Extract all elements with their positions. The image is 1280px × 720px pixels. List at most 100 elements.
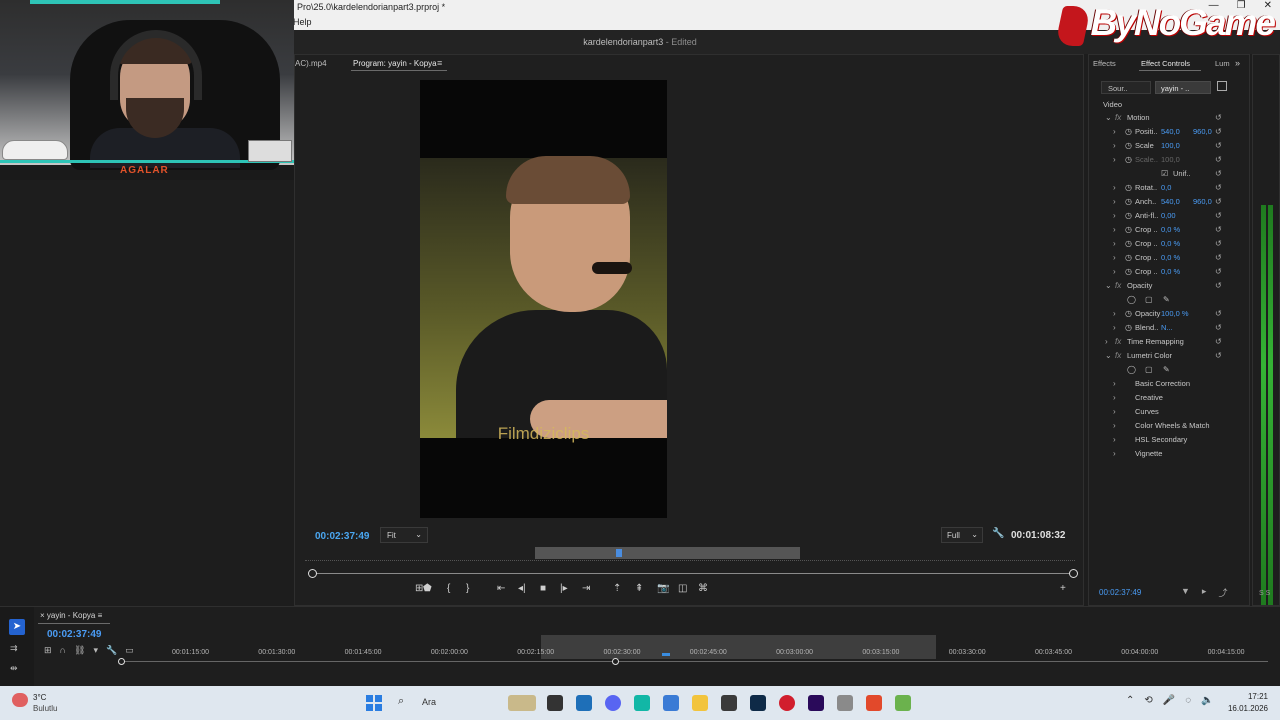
param-value[interactable]: 100,0 [1161, 141, 1180, 150]
param-value-2[interactable]: 960,0 [1193, 197, 1212, 206]
stopwatch-icon[interactable]: ◷ [1125, 323, 1132, 332]
copilot-icon[interactable] [663, 695, 679, 711]
tab-lumetri[interactable]: Lum [1215, 59, 1230, 68]
reset-icon[interactable]: ↺ [1215, 337, 1222, 346]
effect-row[interactable]: › Curves [1089, 406, 1251, 420]
tab-effect-controls[interactable]: Effect Controls [1141, 59, 1190, 68]
task-view-icon[interactable] [547, 695, 563, 711]
filter-icon[interactable]: ▼ [1181, 586, 1190, 599]
effect-row[interactable]: ⌄ fx Lumetri Color ↺ [1089, 350, 1251, 364]
network-icon[interactable]: ⟲ [1144, 695, 1152, 706]
video-frame[interactable]: Filmdiziclips [420, 80, 667, 518]
vr-view-icon[interactable]: ⌘ [698, 583, 708, 594]
captions-icon[interactable]: ▭ [125, 645, 134, 656]
timeline-zoom-handle-left[interactable] [118, 658, 125, 665]
chevron-right-icon[interactable]: › [1113, 267, 1116, 276]
stopwatch-icon[interactable]: ◷ [1125, 141, 1132, 150]
timeline-scrollbar[interactable] [118, 661, 1268, 662]
camera-app-icon[interactable] [634, 695, 650, 711]
pen-mask-icon[interactable]: ✎ [1163, 295, 1170, 304]
discord-icon[interactable] [605, 695, 621, 711]
time-ruler[interactable]: 00:01:15:00 00:01:30:00 00:01:45:00 00:02:0… [160, 643, 1270, 661]
chevron-right-icon[interactable]: › [1113, 393, 1116, 402]
reset-icon[interactable]: ↺ [1215, 225, 1222, 234]
effect-row[interactable]: ⌄ fx Motion ↺ [1089, 112, 1251, 126]
reset-icon[interactable]: ↺ [1215, 323, 1222, 332]
stopwatch-icon[interactable]: ◷ [1125, 309, 1132, 318]
stopwatch-icon[interactable]: ◷ [1125, 225, 1132, 234]
extract-icon[interactable]: ⇞ [635, 583, 643, 594]
effect-row[interactable]: ☑ Unif.. ↺ [1089, 168, 1251, 182]
brave-icon[interactable] [866, 695, 882, 711]
effect-row[interactable]: › ◷ Blend.. N... ↺ [1089, 322, 1251, 336]
chevron-right-icon[interactable]: › [1113, 183, 1116, 192]
tab-source[interactable]: AC).mp4 [295, 59, 327, 68]
widget-icon[interactable] [508, 695, 536, 711]
zoom-select[interactable]: Fit ⌄ [380, 527, 428, 543]
linked-selection-icon[interactable]: ⛓ [74, 645, 85, 656]
reset-icon[interactable]: ↺ [1215, 169, 1222, 178]
timeline-zoom-handle-right[interactable] [612, 658, 619, 665]
reset-icon[interactable]: ↺ [1215, 141, 1222, 150]
effect-row[interactable]: ◯ ▢ ✎ [1089, 364, 1251, 378]
chevron-right-icon[interactable]: › [1113, 323, 1116, 332]
param-value[interactable]: 0,0 % [1161, 225, 1180, 234]
play-only-audio-icon[interactable]: ▸ [1202, 586, 1207, 599]
reset-icon[interactable]: ↺ [1215, 253, 1222, 262]
chevron-right-icon[interactable]: › [1113, 127, 1116, 136]
more-tabs-icon[interactable]: » [1235, 58, 1240, 68]
chevron-right-icon[interactable]: › [1113, 379, 1116, 388]
go-to-in-icon[interactable]: ⇤ [497, 583, 505, 594]
zoom-handle-right[interactable] [1069, 569, 1078, 578]
chevron-up-icon[interactable]: ⌃ [1126, 695, 1134, 706]
param-value[interactable]: 0,00 [1161, 211, 1176, 220]
zoom-scrollbar[interactable] [313, 573, 1073, 574]
stopwatch-icon[interactable]: ◷ [1125, 239, 1132, 248]
effect-row[interactable]: › Creative [1089, 392, 1251, 406]
playhead-timecode[interactable]: 00:02:37:49 [315, 531, 369, 542]
effect-row[interactable]: ◯ ▢ ✎ [1089, 294, 1251, 308]
effect-row[interactable]: › ◷ Anch.. 540,0 960,0 ↺ [1089, 196, 1251, 210]
photoshop-icon[interactable] [750, 695, 766, 711]
zoom-handle-left[interactable] [308, 569, 317, 578]
chevron-right-icon[interactable]: › [1113, 449, 1116, 458]
stopwatch-icon[interactable]: ◷ [1125, 155, 1132, 164]
chevron-right-icon[interactable]: › [1113, 197, 1116, 206]
effect-row[interactable]: › Color Wheels & Match [1089, 420, 1251, 434]
rect-mask-icon[interactable]: ▢ [1145, 295, 1153, 304]
effect-row[interactable]: › ◷ Crop .. 0,0 % ↺ [1089, 238, 1251, 252]
checkbox-checked-icon[interactable]: ☑ [1161, 169, 1168, 178]
selection-tool-icon[interactable]: ➤ [9, 619, 25, 635]
effect-row[interactable]: › ◷ Crop .. 0,0 % ↺ [1089, 252, 1251, 266]
effect-row[interactable]: ⌄ fx Opacity ↺ [1089, 280, 1251, 294]
param-value[interactable]: N... [1161, 323, 1173, 332]
chevron-right-icon[interactable]: › [1113, 253, 1116, 262]
param-value[interactable]: 0,0 % [1161, 239, 1180, 248]
step-forward-icon[interactable]: |▸ [560, 583, 568, 594]
reset-icon[interactable]: ↺ [1215, 211, 1222, 220]
weather-icon[interactable] [12, 693, 28, 707]
ellipse-mask-icon[interactable]: ◯ [1127, 365, 1136, 374]
source-clip-button[interactable]: Sour.. [1101, 81, 1151, 94]
export-frame-camera-icon[interactable]: 📷 [657, 583, 669, 594]
param-value[interactable]: 0,0 % [1161, 253, 1180, 262]
param-value[interactable]: 540,0 [1161, 197, 1180, 206]
mark-out-icon[interactable]: } [466, 583, 469, 594]
settings-wrench-icon[interactable]: 🔧 [992, 528, 1004, 539]
chevron-right-icon[interactable]: › [1113, 407, 1116, 416]
panel-menu-icon[interactable]: ≡ [437, 58, 442, 68]
stopwatch-icon[interactable]: ◷ [1125, 197, 1132, 206]
rect-mask-icon[interactable]: ▢ [1145, 365, 1153, 374]
sequence-clip-button[interactable]: yayin - .. [1155, 81, 1211, 94]
param-value[interactable]: 100,0 [1161, 155, 1180, 164]
reset-icon[interactable]: ↺ [1215, 351, 1222, 360]
snap-magnet-icon[interactable]: ∩ [60, 645, 66, 656]
reset-icon[interactable]: ↺ [1215, 239, 1222, 248]
add-marker-icon[interactable]: ▾ [93, 645, 98, 656]
timeline-settings-wrench-icon[interactable]: 🔧 [106, 645, 117, 656]
go-to-out-icon[interactable]: ⇥ [582, 583, 590, 594]
solo-labels[interactable]: S S [1259, 590, 1270, 597]
step-back-icon[interactable]: ◂| [518, 583, 526, 594]
app-green-icon[interactable] [895, 695, 911, 711]
chevron-right-icon[interactable]: › [1113, 421, 1116, 430]
